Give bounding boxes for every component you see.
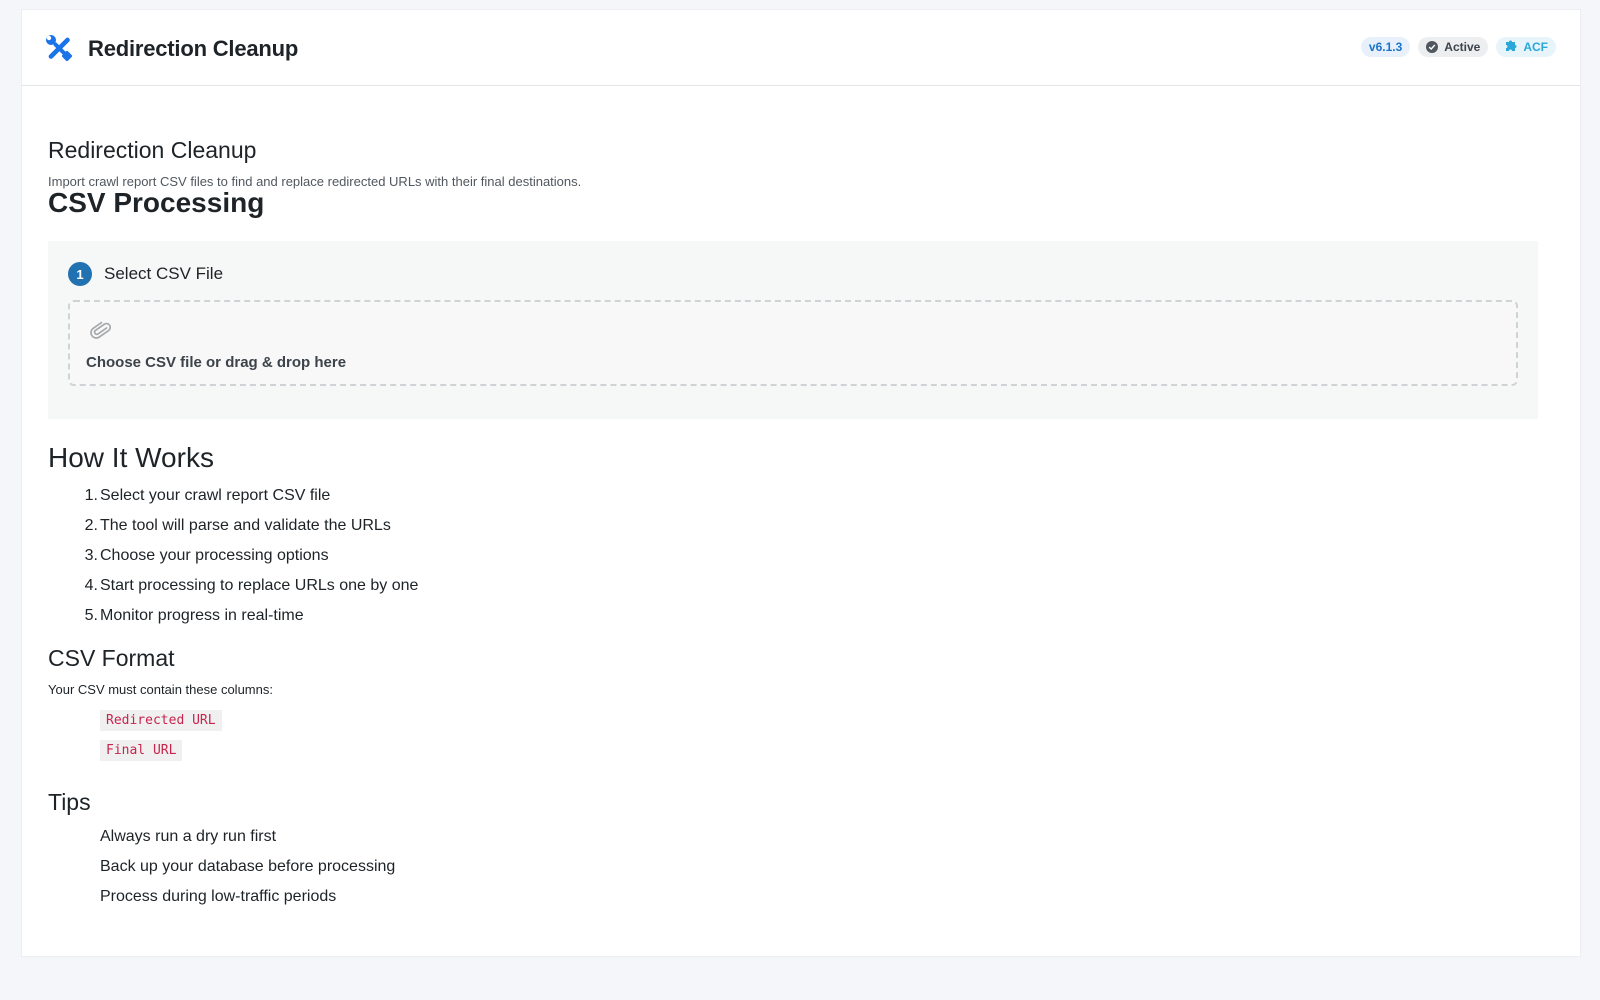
tips-title: Tips bbox=[48, 789, 91, 815]
list-item: 5. Monitor progress in real-time bbox=[84, 607, 304, 624]
list-item: 1. Select your crawl report CSV file bbox=[84, 487, 331, 504]
how-it-works-list: 1. Select your crawl report CSV file 2. Th… bbox=[84, 481, 419, 631]
list-item: Always run a dry run first bbox=[100, 828, 277, 845]
step-label: Select CSV File bbox=[104, 264, 224, 283]
csv-dropzone[interactable]: Choose CSV file or drag & drop here bbox=[68, 300, 1518, 386]
app-title: Redirection Cleanup bbox=[88, 35, 299, 61]
paperclip-icon bbox=[88, 318, 114, 344]
puzzle-icon bbox=[1504, 39, 1517, 55]
tips-list: Always run a dry run first Back up your … bbox=[100, 822, 395, 912]
step-number-badge: 1 bbox=[68, 262, 92, 286]
acf-label: ACF bbox=[1523, 40, 1548, 54]
status-badge: Active bbox=[1418, 37, 1489, 57]
list-item: 3. Choose your processing options bbox=[84, 547, 329, 564]
status-label: Active bbox=[1444, 40, 1481, 54]
list-item: Back up your database before processing bbox=[100, 858, 396, 875]
list-item: Process during low-traffic periods bbox=[100, 888, 337, 905]
badge-group: v6.1.3 Active ACF bbox=[1360, 37, 1556, 57]
version-badge: v6.1.3 bbox=[1360, 37, 1411, 57]
page-title: Redirection Cleanup bbox=[48, 137, 257, 163]
list-item: 4. Start processing to replace URLs one b… bbox=[84, 577, 419, 594]
list-item: Final URL bbox=[100, 735, 222, 765]
acf-badge: ACF bbox=[1496, 37, 1556, 57]
csv-format-title: CSV Format bbox=[48, 645, 175, 671]
header-bar: Redirection Cleanup v6.1.3 Active ACF bbox=[22, 10, 1580, 86]
check-circle-icon bbox=[1426, 41, 1439, 53]
list-item: 2. The tool will parse and validate the U… bbox=[84, 517, 391, 534]
csv-format-intro: Your CSV must contain these columns: bbox=[48, 682, 273, 697]
step-header: 1 Select CSV File bbox=[68, 262, 223, 286]
how-it-works-title: How It Works bbox=[48, 442, 214, 473]
tools-icon bbox=[46, 34, 72, 61]
column-name: Redirected URL bbox=[100, 709, 222, 731]
version-label: v6.1.3 bbox=[1368, 40, 1403, 54]
csv-upload-card: 1 Select CSV File Choose CSV file or dra… bbox=[48, 241, 1538, 419]
dropzone-label: Choose CSV file or drag & drop here bbox=[86, 354, 347, 371]
csv-columns-list: Redirected URL Final URL bbox=[100, 705, 222, 765]
plugin-panel: Redirection Cleanup v6.1.3 Active ACF Re… bbox=[22, 10, 1580, 956]
column-name: Final URL bbox=[100, 739, 183, 761]
list-item: Redirected URL bbox=[100, 705, 222, 735]
csv-processing-title: CSV Processing bbox=[48, 187, 265, 218]
